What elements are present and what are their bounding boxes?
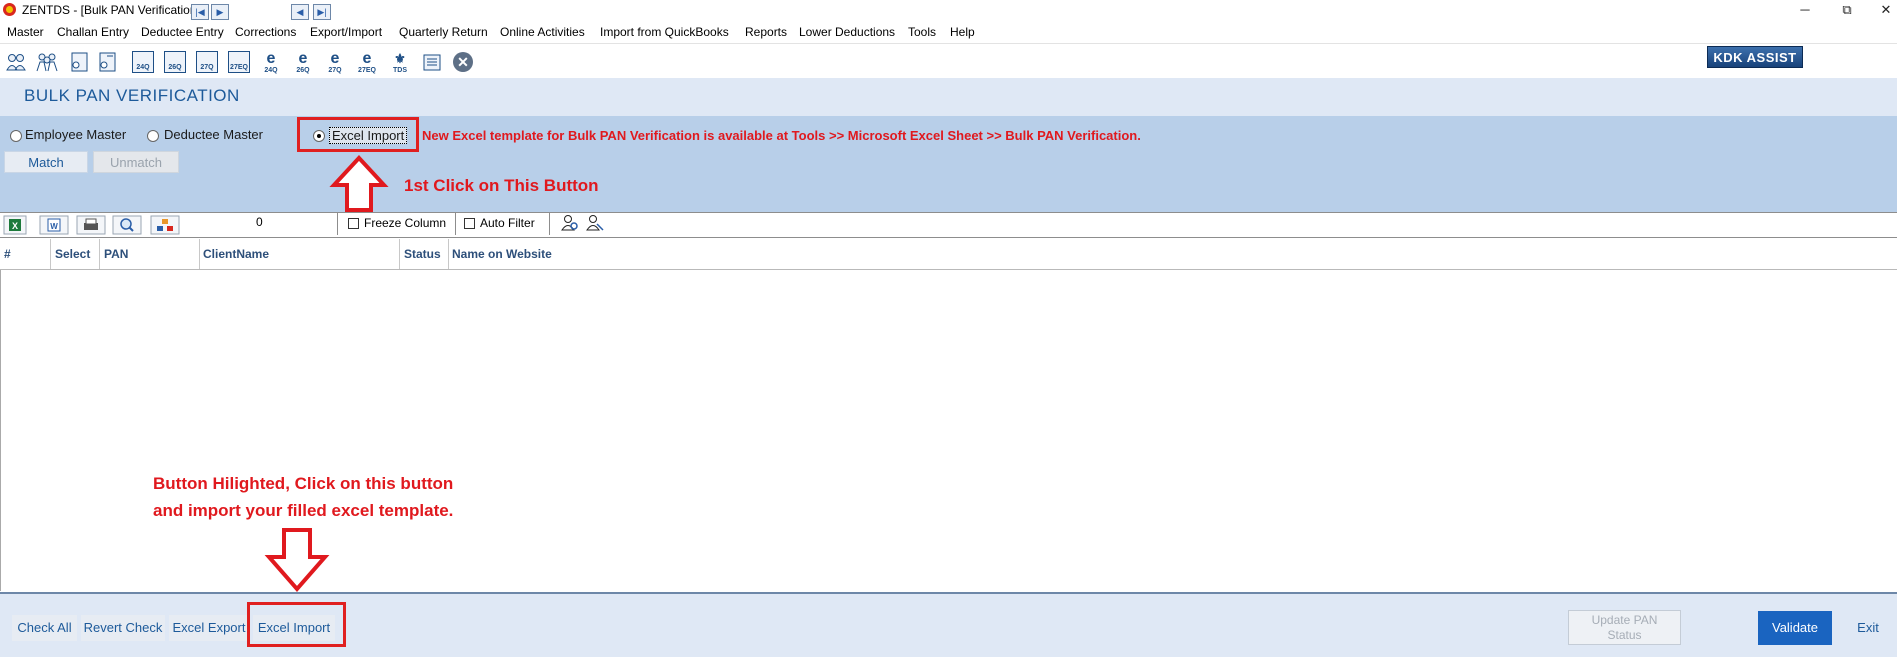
menu-challan-entry[interactable]: Challan Entry — [57, 25, 129, 39]
table-header: # Select PAN ClientName Status Name on W… — [0, 239, 1897, 270]
employee-master-label[interactable]: Employee Master — [25, 127, 126, 142]
menu-lower-deductions[interactable]: Lower Deductions — [799, 25, 895, 39]
unmatch-button[interactable]: Unmatch — [93, 151, 179, 173]
menu-tools[interactable]: Tools — [908, 25, 936, 39]
window-title: ZENTDS - [Bulk PAN Verification] — [22, 3, 200, 17]
column-header-pan[interactable]: PAN — [104, 247, 128, 261]
freeze-column-label[interactable]: Freeze Column — [364, 216, 446, 230]
column-separator — [50, 239, 51, 269]
previous-page-button[interactable]: ▶ — [211, 4, 229, 20]
svg-text:W: W — [50, 222, 58, 231]
restore-button[interactable]: ⧉ — [1827, 0, 1867, 19]
column-separator — [399, 239, 400, 269]
print-icon[interactable] — [76, 215, 106, 235]
form-27eq-icon[interactable]: 27EQ — [228, 51, 250, 73]
user-remove-icon[interactable] — [586, 214, 604, 232]
match-button[interactable]: Match — [4, 151, 88, 173]
notes-icon[interactable] — [421, 51, 443, 73]
update-pan-status-line-2: Status — [1607, 628, 1642, 642]
employee-icon[interactable] — [5, 51, 27, 73]
deductee-entry-icon[interactable] — [96, 51, 118, 73]
e-return-27q-icon[interactable]: e 27Q — [324, 51, 346, 75]
grid-toolbar — [0, 212, 1897, 238]
deductee-group-icon[interactable] — [36, 51, 58, 73]
update-pan-status-line-1: Update PAN — [1591, 613, 1658, 627]
svg-text:X: X — [12, 221, 18, 231]
excel-export-button[interactable]: Excel Export — [169, 615, 249, 641]
column-separator — [199, 239, 200, 269]
menu-corrections[interactable]: Corrections — [235, 25, 296, 39]
up-arrow-annotation — [329, 155, 389, 212]
revert-check-button[interactable]: Revert Check — [81, 615, 165, 641]
column-header-number[interactable]: # — [4, 247, 11, 261]
form-24q-icon[interactable]: 24Q — [132, 51, 154, 73]
minimize-button[interactable]: ─ — [1785, 0, 1825, 19]
title-bar — [0, 0, 1897, 19]
toolbar-divider — [455, 213, 456, 235]
column-header-name-on-website[interactable]: Name on Website — [452, 247, 552, 261]
close-window-button[interactable]: ✕ — [1866, 0, 1897, 19]
excel-export-icon[interactable]: X — [3, 215, 27, 235]
menu-bar: Master Challan Entry Deductee Entry Corr… — [0, 22, 1897, 42]
e-return-26q-icon[interactable]: e 26Q — [292, 51, 314, 75]
validate-button[interactable]: Validate — [1758, 611, 1832, 645]
kdk-assist-button[interactable]: KDK ASSIST — [1707, 46, 1803, 68]
page-header — [0, 78, 1897, 116]
find-icon[interactable] — [112, 215, 142, 235]
app-logo-icon — [3, 3, 16, 16]
first-click-annotation: 1st Click on This Button — [404, 176, 599, 195]
last-record-button[interactable]: ▶| — [313, 4, 331, 20]
column-header-client-name[interactable]: ClientName — [203, 247, 269, 261]
column-chooser-icon[interactable] — [150, 215, 180, 235]
menu-reports[interactable]: Reports — [745, 25, 787, 39]
freeze-column-checkbox[interactable] — [348, 218, 359, 229]
update-pan-status-button[interactable]: Update PAN Status — [1568, 610, 1681, 645]
e-return-24q-icon[interactable]: e 24Q — [260, 51, 282, 75]
record-count: 0 — [256, 215, 263, 229]
highlight-box-excel-import-option — [297, 117, 419, 152]
column-header-select[interactable]: Select — [55, 247, 90, 261]
menu-help[interactable]: Help — [950, 25, 975, 39]
second-annotation-line-1: Button Hilighted, Click on this button — [153, 474, 454, 493]
page-title: BULK PAN VERIFICATION — [24, 86, 240, 105]
menu-deductee-entry[interactable]: Deductee Entry — [141, 25, 224, 39]
user-search-icon[interactable] — [561, 214, 579, 232]
down-arrow-annotation — [264, 528, 330, 593]
auto-filter-checkbox[interactable] — [464, 218, 475, 229]
second-annotation: Button Hilighted, Click on this button a… — [153, 470, 453, 524]
close-circle-icon[interactable]: ✕ — [453, 52, 473, 72]
column-separator — [99, 239, 100, 269]
column-header-status[interactable]: Status — [404, 247, 441, 261]
menu-master[interactable]: Master — [7, 25, 44, 39]
exit-button[interactable]: Exit — [1848, 611, 1888, 645]
deductee-master-radio[interactable] — [147, 130, 159, 142]
menu-export-import[interactable]: Export/Import — [310, 25, 382, 39]
auto-filter-label[interactable]: Auto Filter — [480, 216, 535, 230]
template-notice: New Excel template for Bulk PAN Verifica… — [422, 128, 1141, 143]
second-annotation-line-2: and import your filled excel template. — [153, 501, 454, 520]
menu-online-activities[interactable]: Online Activities — [500, 25, 585, 39]
main-toolbar: 24Q 26Q 27Q 27EQ e 24Q e 26Q e 27Q e 27EQ ⚜ T… — [0, 43, 1897, 78]
menu-import-quickbooks[interactable]: Import from QuickBooks — [600, 25, 729, 39]
menu-quarterly-return[interactable]: Quarterly Return — [399, 25, 488, 39]
toolbar-divider — [337, 213, 338, 235]
check-all-button[interactable]: Check All — [12, 615, 77, 641]
deductee-master-label[interactable]: Deductee Master — [164, 127, 263, 142]
toolbar-divider — [549, 213, 550, 235]
previous-record-button[interactable]: ◀ — [291, 4, 309, 20]
column-separator — [448, 239, 449, 269]
first-record-button[interactable]: |◀ — [191, 4, 209, 20]
tds-icon[interactable]: ⚜ TDS — [389, 51, 411, 74]
employee-master-radio[interactable] — [10, 130, 22, 142]
word-export-icon[interactable]: W — [39, 215, 69, 235]
form-27q-icon[interactable]: 27Q — [196, 51, 218, 73]
e-return-27eq-icon[interactable]: e 27EQ — [356, 51, 378, 75]
deductee-doc-icon[interactable] — [68, 51, 90, 73]
highlight-box-excel-import-button — [247, 602, 346, 647]
form-26q-icon[interactable]: 26Q — [164, 51, 186, 73]
